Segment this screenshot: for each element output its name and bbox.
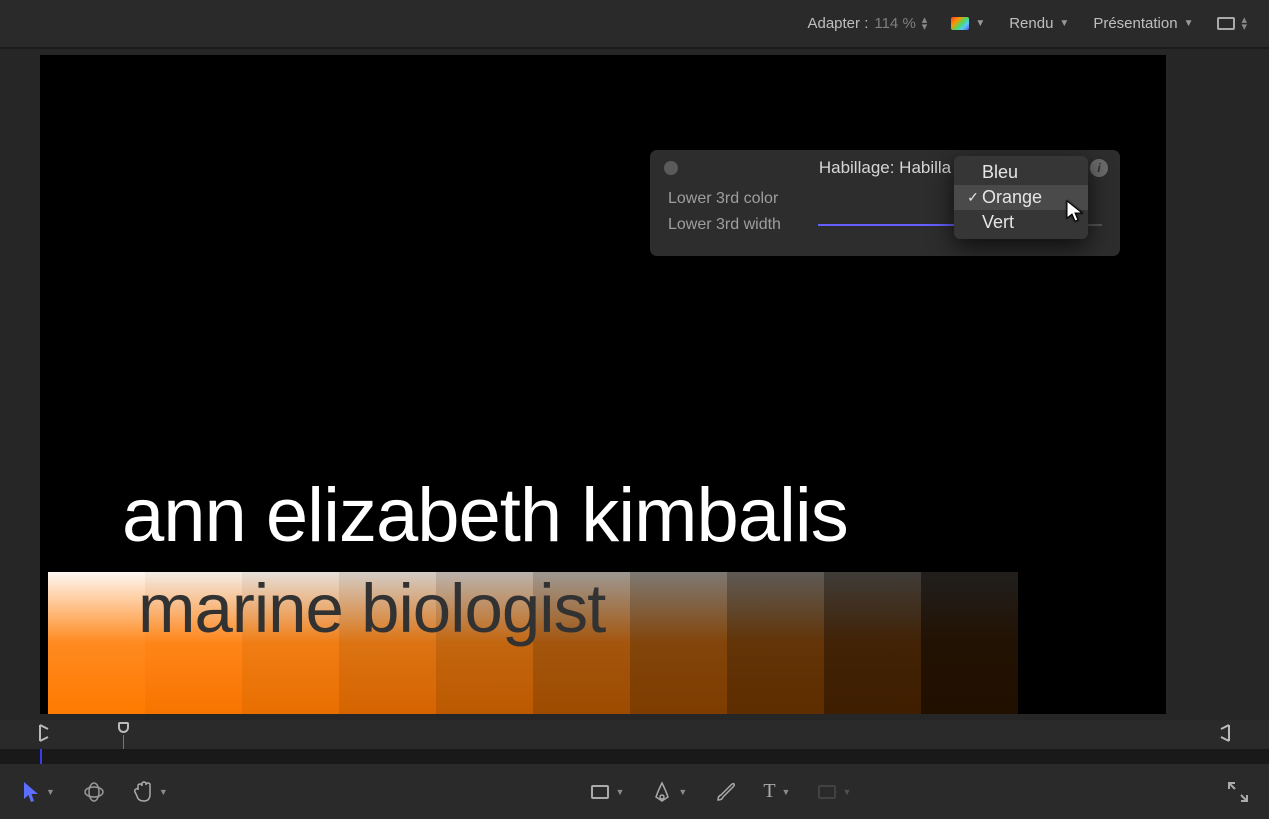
timeline-marker bbox=[40, 749, 42, 764]
fit-zoom-control[interactable]: Adapter : 114 % ▴▾ bbox=[807, 15, 927, 32]
text-tool[interactable]: T ▼ bbox=[763, 780, 790, 803]
adapter-value: 114 % bbox=[874, 15, 915, 32]
playhead[interactable] bbox=[118, 722, 129, 733]
render-label: Rendu bbox=[1009, 15, 1053, 32]
dropdown-item-label: Bleu bbox=[982, 162, 1018, 183]
top-toolbar: Adapter : 114 % ▴▾ ▼ Rendu ▼ Présentatio… bbox=[0, 0, 1269, 48]
playhead-head-icon bbox=[118, 722, 129, 733]
in-point-marker-icon[interactable] bbox=[38, 723, 50, 746]
lower-third-name: ann elizabeth kimbalis bbox=[122, 472, 848, 559]
pen-tool[interactable]: ▼ bbox=[652, 781, 687, 803]
presentation-label: Présentation bbox=[1093, 15, 1177, 32]
pan-tool[interactable]: ▼ bbox=[133, 781, 168, 803]
orbit-tool[interactable] bbox=[83, 781, 105, 803]
fullscreen-toggle[interactable] bbox=[1227, 781, 1249, 803]
chevron-down-icon: ▼ bbox=[678, 787, 687, 797]
out-point-marker-icon[interactable] bbox=[1219, 723, 1231, 746]
dropdown-item-vert[interactable]: Vert bbox=[954, 210, 1088, 235]
chevron-down-icon: ▼ bbox=[615, 787, 624, 797]
chevron-down-icon: ▼ bbox=[975, 18, 985, 29]
clapperboard-icon bbox=[1217, 17, 1235, 30]
rectangle-tool[interactable]: ▼ bbox=[591, 785, 624, 799]
text-t-icon: T bbox=[763, 780, 775, 803]
info-icon[interactable]: i bbox=[1090, 159, 1108, 177]
brush-tool[interactable] bbox=[715, 781, 735, 803]
color-spectrum-icon bbox=[951, 17, 969, 30]
clapper-menu[interactable]: ▴▾ bbox=[1217, 17, 1247, 31]
select-tool[interactable]: ▼ bbox=[22, 781, 55, 803]
color-dropdown[interactable]: Bleu ✓ Orange Vert bbox=[954, 156, 1088, 239]
chevron-down-icon: ▼ bbox=[842, 787, 851, 797]
mask-tool[interactable]: ▼ bbox=[818, 785, 851, 799]
chevron-down-icon: ▼ bbox=[46, 787, 55, 797]
lower-third-bar: marine biologist bbox=[48, 572, 1018, 714]
hud-handle-icon bbox=[664, 161, 678, 175]
dropdown-item-orange[interactable]: ✓ Orange bbox=[954, 185, 1088, 210]
dropdown-item-label: Vert bbox=[982, 212, 1014, 233]
adapter-label: Adapter : bbox=[807, 15, 868, 32]
chevron-down-icon: ▼ bbox=[782, 787, 791, 797]
hud-color-label: Lower 3rd color bbox=[668, 190, 818, 208]
chevron-down-icon: ▼ bbox=[1059, 18, 1069, 29]
bottom-toolbar: ▼ ▼ ▼ ▼ T ▼ ▼ bbox=[0, 764, 1269, 819]
mini-timeline[interactable] bbox=[0, 749, 1269, 764]
presentation-menu[interactable]: Présentation ▼ bbox=[1093, 15, 1193, 32]
stepper-arrows-icon: ▴▾ bbox=[1241, 17, 1247, 31]
color-channel-menu[interactable]: ▼ bbox=[951, 17, 985, 30]
mask-icon bbox=[818, 785, 836, 799]
hud-width-label: Lower 3rd width bbox=[668, 216, 818, 234]
chevron-down-icon: ▼ bbox=[1184, 18, 1194, 29]
chevron-down-icon: ▼ bbox=[159, 787, 168, 797]
check-icon: ✓ bbox=[964, 189, 982, 206]
dropdown-item-bleu[interactable]: Bleu bbox=[954, 160, 1088, 185]
render-menu[interactable]: Rendu ▼ bbox=[1009, 15, 1069, 32]
timeline-ruler[interactable] bbox=[0, 720, 1269, 749]
stepper-arrows-icon: ▴▾ bbox=[922, 17, 928, 31]
slider-fill bbox=[818, 224, 969, 226]
dropdown-item-label: Orange bbox=[982, 187, 1042, 208]
rectangle-icon bbox=[591, 785, 609, 799]
lower-third-role: marine biologist bbox=[138, 569, 605, 648]
